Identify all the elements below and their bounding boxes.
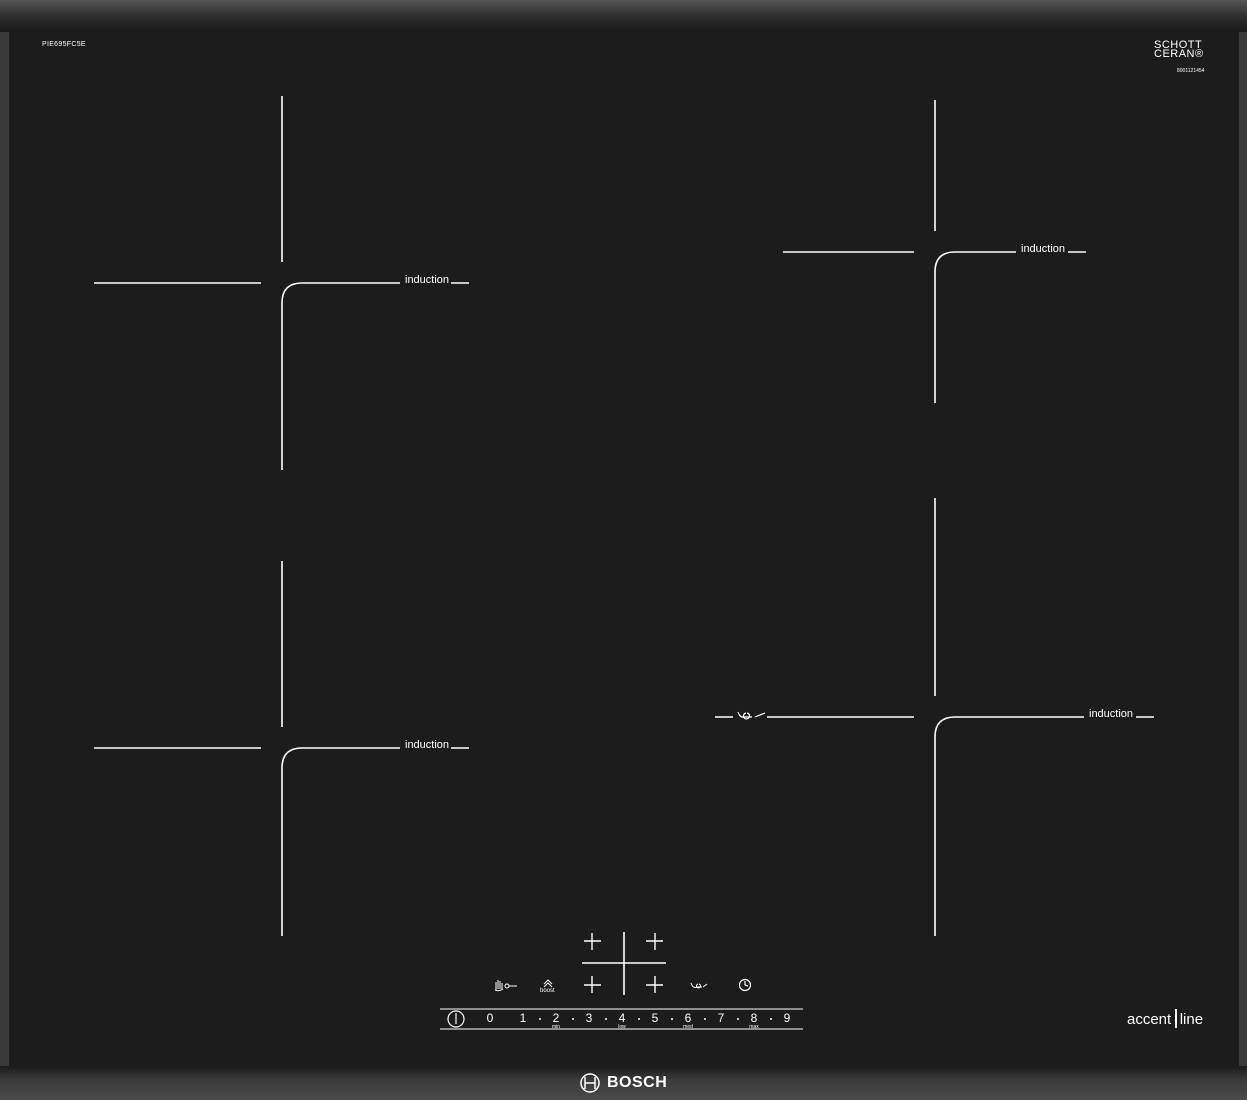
level-9[interactable]: 9 (777, 1011, 797, 1025)
ceran-label: CERAN® (1154, 48, 1204, 60)
level-7[interactable]: 7 (711, 1011, 731, 1025)
brand-name: BOSCH (607, 1074, 668, 1091)
schott-ceran-logo: SCHOTT CERAN® (1154, 40, 1204, 60)
glass-surface (9, 32, 1239, 1066)
level-8[interactable]: 8 (744, 1011, 764, 1025)
zone-rear-left-label: induction (405, 274, 450, 286)
accentline-badge: accent line (1127, 1009, 1203, 1028)
level-3[interactable]: 3 (579, 1011, 599, 1025)
zone-front-left-label: induction (405, 739, 450, 751)
badge-divider (1175, 1009, 1177, 1028)
top-frame-bar (0, 0, 1247, 32)
level-5[interactable]: 5 (645, 1011, 665, 1025)
accent-text: accent (1127, 1011, 1172, 1028)
boost-label: boost (540, 988, 555, 994)
zone-rear-right-label: induction (1021, 243, 1066, 255)
serial-code: 8001121454 (1177, 68, 1205, 74)
line-text: line (1179, 1011, 1204, 1028)
level-med-label: med (683, 1024, 693, 1030)
level-1[interactable]: 1 (513, 1011, 533, 1025)
model-code: PIE695FC5E (42, 41, 86, 48)
cooktop-glass (0, 0, 1247, 1100)
level-6[interactable]: 6 (678, 1011, 698, 1025)
level-max-label: max (749, 1024, 759, 1030)
level-0[interactable]: 0 (480, 1011, 500, 1025)
level-low-label: low (618, 1024, 626, 1030)
level-2[interactable]: 2 (546, 1011, 566, 1025)
level-min-label: min (551, 1024, 561, 1030)
level-4[interactable]: 4 (612, 1011, 632, 1025)
cooktop-frame: PIE695FC5E SCHOTT CERAN® 8001121454 indu… (0, 0, 1247, 1100)
zone-front-right-label: induction (1089, 708, 1134, 720)
